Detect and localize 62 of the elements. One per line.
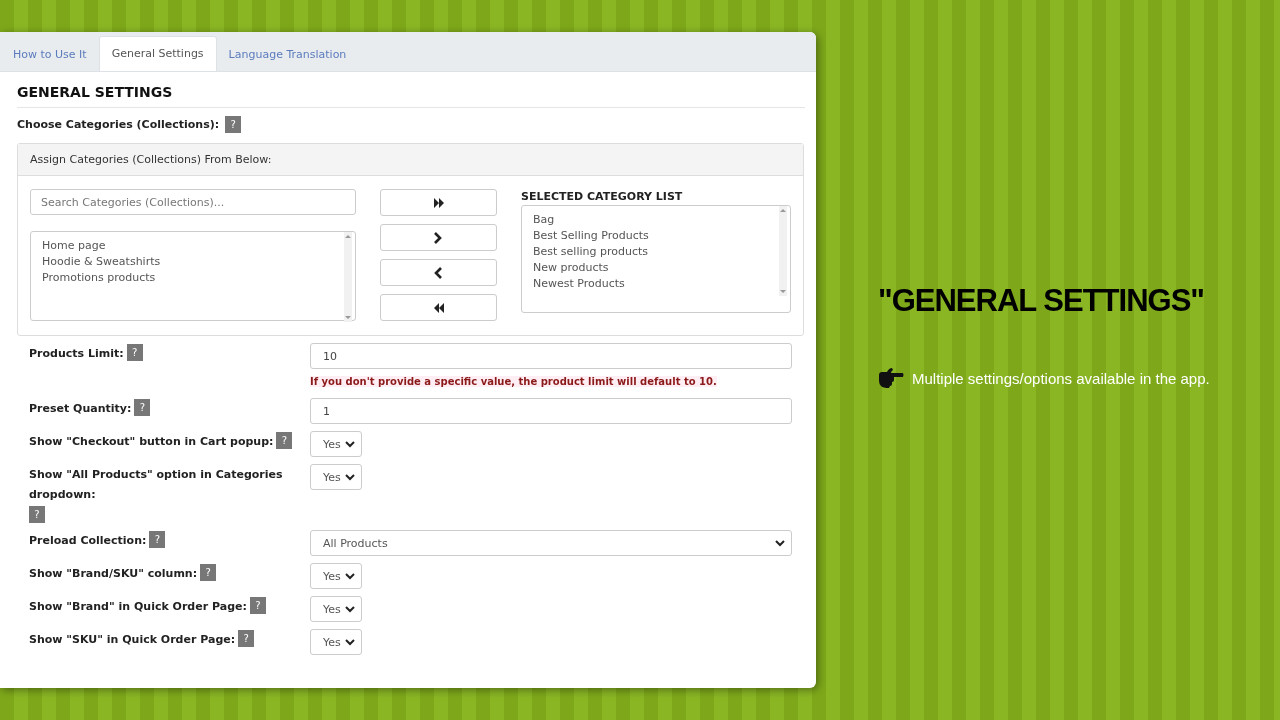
help-badge[interactable]: ? [238, 630, 255, 647]
list-item[interactable]: Newest Products [533, 276, 649, 292]
help-badge[interactable]: ? [29, 506, 45, 523]
help-badge[interactable]: ? [249, 597, 266, 614]
text-input[interactable]: 1 [310, 398, 792, 424]
help-badge[interactable]: ? [225, 116, 242, 133]
field-label: Show "Checkout" button in Cart popup: [29, 435, 274, 448]
field-label: Show "Brand/SKU" column: [29, 567, 198, 580]
list-item[interactable]: Bag [533, 212, 649, 228]
dropdown[interactable]: All Products [310, 530, 792, 556]
list-item[interactable]: Promotions products [42, 270, 161, 286]
chevron-down-icon [345, 605, 355, 613]
category-list[interactable]: Home page Hoodie & Sweatshirts Promotions products [30, 231, 356, 321]
field-label: Preload Collection: [29, 534, 147, 547]
dropdown[interactable]: Yes [310, 464, 362, 490]
dropdown[interactable]: Yes [310, 596, 362, 622]
move-button[interactable] [380, 189, 497, 216]
list-item[interactable]: Best Selling Products [533, 228, 649, 244]
chevron-down-icon [345, 440, 355, 448]
field-label: Show "Brand" in Quick Order Page: [29, 600, 247, 613]
move-button[interactable] [380, 259, 497, 286]
tab[interactable]: Language Translation [216, 38, 359, 71]
promo-text: Multiple settings/options available in the app. [912, 369, 1210, 387]
field-label: Show "SKU" in Quick Order Page: [29, 633, 236, 646]
search-field[interactable]: Search Categories (Collections)... [30, 189, 356, 215]
move-button[interactable] [380, 294, 497, 321]
double-right-icon [432, 196, 445, 209]
promo-title: "GENERAL SETTINGS" [878, 283, 1206, 319]
selected-category-list[interactable]: Bag Best Selling Products Best selling products New products Newest Products [521, 205, 791, 313]
field-label: Choose Categories (Collections): [17, 118, 220, 131]
double-left-icon [432, 301, 445, 314]
field-label: Preset Quantity: [29, 402, 132, 415]
list-item[interactable]: Home page [42, 238, 161, 254]
dropdown[interactable]: Yes [310, 431, 362, 457]
text-input[interactable]: 10 [310, 343, 792, 369]
chevron-left-icon [432, 266, 445, 279]
chevron-down-icon [345, 473, 355, 481]
pointing-hand-icon [878, 367, 904, 389]
list-item[interactable]: New products [533, 260, 649, 276]
tab[interactable]: How to Use It [1, 38, 99, 71]
scrollbar-icon [344, 232, 352, 322]
help-badge[interactable]: ? [200, 564, 217, 581]
hint-text: If you don't provide a specific value, the product limit will default to 10. [310, 376, 717, 387]
help-badge[interactable]: ? [149, 531, 166, 548]
help-badge[interactable]: ? [126, 344, 143, 361]
panel-header: Assign Categories (Collections) From Below: [18, 144, 803, 176]
move-button[interactable] [380, 224, 497, 251]
help-badge[interactable]: ? [276, 432, 293, 449]
dropdown[interactable]: Yes [310, 629, 362, 655]
chevron-down-icon [345, 638, 355, 646]
field-label: Products Limit: [29, 347, 124, 360]
chevron-down-icon [775, 539, 785, 547]
section-heading: GENERAL SETTINGS [17, 84, 805, 108]
scrollbar-icon [779, 206, 787, 296]
list-title: SELECTED CATEGORY LIST [521, 190, 684, 203]
list-item[interactable]: Best selling products [533, 244, 649, 260]
chevron-down-icon [345, 572, 355, 580]
tab[interactable]: General Settings [98, 36, 217, 71]
list-item[interactable]: Hoodie & Sweatshirts [42, 254, 161, 270]
help-badge[interactable]: ? [134, 399, 151, 416]
dropdown[interactable]: Yes [310, 563, 362, 589]
field-label: Show "All Products" option in Categories dropdown: [29, 468, 283, 501]
